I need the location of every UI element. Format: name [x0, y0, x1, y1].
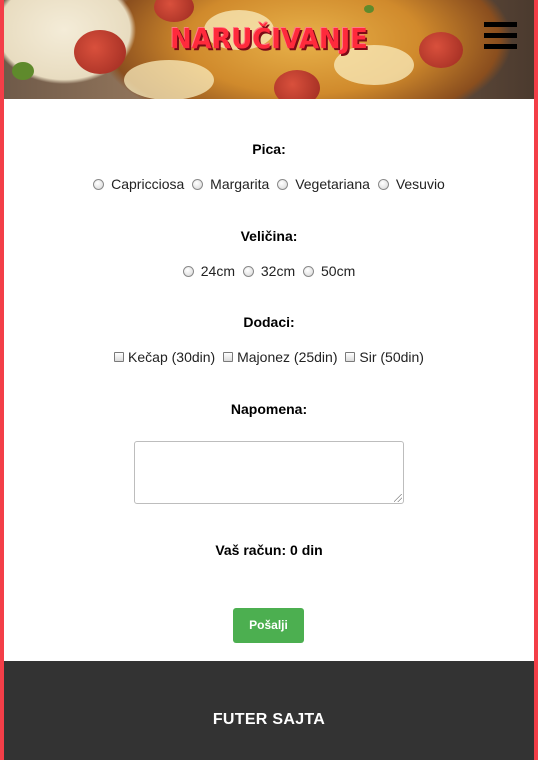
pizza-options: Capricciosa Margarita Vegetariana Vesuvi…	[4, 176, 534, 193]
size-option-24cm[interactable]: 24cm	[182, 263, 235, 279]
extra-option-mayonnaise[interactable]: Majonez (25din)	[223, 349, 337, 365]
pizza-option-vesuvio[interactable]: Vesuvio	[377, 176, 445, 192]
submit-button[interactable]: Pošalji	[233, 608, 304, 643]
footer-title: FUTER SAJTA	[212, 711, 326, 728]
notes-label: Napomena:	[230, 401, 308, 417]
radio-icon[interactable]	[192, 178, 204, 190]
size-options: 24cm 32cm 50cm	[4, 263, 534, 280]
page: NARUČIVANJE Pica: Capricciosa Margarita …	[4, 0, 534, 760]
size-option-32cm[interactable]: 32cm	[242, 263, 295, 279]
radio-icon[interactable]	[182, 265, 194, 277]
extra-option-ketchup[interactable]: Kečap (30din)	[114, 349, 215, 365]
radio-icon[interactable]	[93, 178, 105, 190]
total-text: Vaš račun: 0 din	[215, 542, 323, 558]
pizza-label: Pica:	[252, 141, 286, 157]
checkbox-icon[interactable]	[114, 352, 125, 362]
size-option-50cm[interactable]: 50cm	[303, 263, 355, 279]
extra-option-cheese[interactable]: Sir (50din)	[345, 349, 424, 365]
notes-textarea[interactable]	[134, 441, 404, 504]
extras-options: Kečap (30din) Majonez (25din) Sir (50din…	[4, 349, 534, 365]
checkbox-icon[interactable]	[223, 352, 234, 362]
checkbox-icon[interactable]	[345, 352, 356, 362]
radio-icon[interactable]	[377, 178, 389, 190]
size-label: Veličina:	[240, 228, 298, 244]
radio-icon[interactable]	[303, 265, 314, 277]
footer: FUTER SAJTA	[4, 661, 534, 760]
pizza-banner-image: NARUČIVANJE	[4, 0, 534, 99]
radio-icon[interactable]	[277, 178, 289, 190]
hamburger-menu-icon[interactable]	[484, 22, 517, 50]
page-title: NARUČIVANJE	[170, 22, 368, 55]
extras-label: Dodaci:	[243, 314, 295, 330]
pizza-option-capricciosa[interactable]: Capricciosa	[93, 176, 184, 192]
pizza-option-vegetariana[interactable]: Vegetariana	[277, 176, 370, 192]
pizza-option-margarita[interactable]: Margarita	[192, 176, 269, 192]
radio-icon[interactable]	[242, 265, 254, 277]
